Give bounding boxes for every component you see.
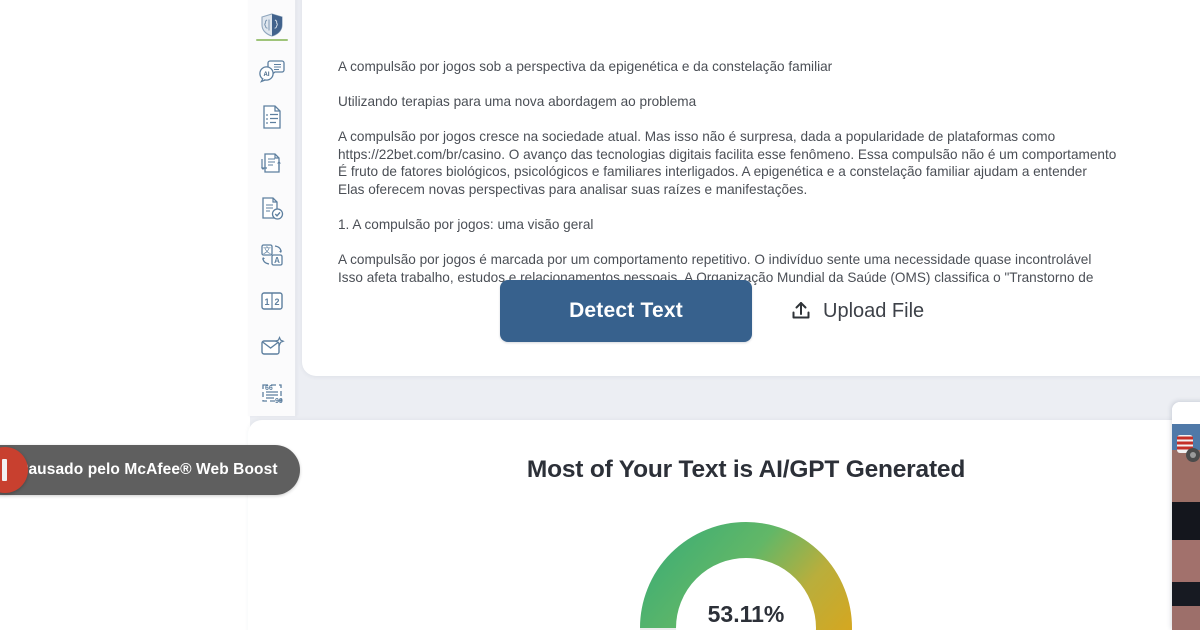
document-lines-icon bbox=[260, 104, 284, 130]
result-card: Most of Your Text is AI/GPT Generated 53… bbox=[248, 420, 1200, 630]
gauge-center-label: 53.11% AI GPT* bbox=[626, 600, 866, 630]
editor-textarea[interactable]: A compulsão por jogos sob a perspectiva … bbox=[338, 58, 1200, 286]
thumb-band-4 bbox=[1172, 606, 1200, 630]
sidebar-item-translate-tool[interactable]: 文 A bbox=[252, 232, 292, 278]
editor-line: A compulsão por jogos sob a perspectiva … bbox=[338, 59, 833, 74]
tool-rail: AI 文 A 1 2 66 99 bbox=[248, 0, 296, 416]
browser-left-whitespace bbox=[0, 0, 250, 630]
gauge-percent: 53.11% bbox=[707, 601, 785, 627]
svg-text:1: 1 bbox=[264, 297, 269, 307]
editor-card: A compulsão por jogos sob a perspectiva … bbox=[302, 0, 1200, 376]
svg-text:2: 2 bbox=[274, 297, 279, 307]
svg-text:AI: AI bbox=[263, 72, 269, 78]
editor-line: A compulsão por jogos é marcada por um c… bbox=[338, 252, 1092, 268]
screenshot-root: AI 文 A 1 2 66 99 A compulsão por jogos s… bbox=[0, 0, 1200, 630]
translate-icon: 文 A bbox=[259, 242, 285, 268]
ai-brain-shield-icon bbox=[259, 12, 285, 38]
document-network-icon bbox=[259, 150, 285, 176]
sidebar-item-email-tool[interactable] bbox=[252, 324, 292, 370]
document-check-icon bbox=[259, 196, 285, 222]
floating-side-panel[interactable] bbox=[1172, 402, 1200, 630]
editor-line: https://22bet.com/br/casino. O avanço da… bbox=[338, 146, 1117, 162]
sidebar-item-plagiarism-tool[interactable] bbox=[252, 140, 292, 186]
editor-line: Elas oferecem novas perspectivas para an… bbox=[338, 181, 808, 197]
mcafee-toast-label: Pausado pelo McAfee® Web Boost bbox=[18, 461, 278, 478]
sidebar-item-document-tool[interactable] bbox=[252, 94, 292, 140]
sidebar-item-word-counter[interactable]: 1 2 bbox=[252, 278, 292, 324]
sidebar-item-proofread-tool[interactable] bbox=[252, 186, 292, 232]
quote-citation-icon: 66 99 bbox=[259, 381, 285, 405]
thumb-band-1 bbox=[1172, 502, 1200, 540]
upload-file-label: Upload File bbox=[823, 299, 925, 322]
svg-text:A: A bbox=[274, 256, 280, 265]
side-panel-thumbnail bbox=[1172, 424, 1200, 630]
editor-line: A compulsão por jogos cresce na sociedad… bbox=[338, 129, 1056, 145]
svg-text:66: 66 bbox=[265, 385, 273, 392]
ai-score-gauge: 53.11% AI GPT* bbox=[626, 508, 866, 630]
editor-action-bar: Detect Text Upload File bbox=[500, 280, 924, 342]
thumb-band-2 bbox=[1172, 540, 1200, 582]
sidebar-item-ai-detector[interactable] bbox=[252, 2, 292, 48]
editor-line: 1. A compulsão por jogos: uma visão gera… bbox=[338, 217, 594, 233]
word-count-icon: 1 2 bbox=[259, 289, 285, 313]
result-title: Most of Your Text is AI/GPT Generated bbox=[526, 456, 966, 483]
sidebar-item-ai-chat[interactable]: AI bbox=[252, 48, 292, 94]
editor-line: É fruto de fatores biológicos, psicológi… bbox=[338, 164, 1087, 180]
race-car-icon bbox=[1177, 435, 1200, 462]
svg-text:99: 99 bbox=[275, 398, 283, 405]
svg-text:文: 文 bbox=[263, 245, 271, 255]
ai-chat-bubbles-icon: AI bbox=[258, 58, 286, 84]
upload-file-button[interactable]: Upload File bbox=[790, 300, 924, 323]
side-panel-header bbox=[1172, 402, 1200, 424]
thumb-band-3 bbox=[1172, 582, 1200, 606]
upload-icon bbox=[790, 300, 812, 322]
mail-sparkle-icon bbox=[259, 335, 285, 359]
detect-text-button[interactable]: Detect Text bbox=[500, 280, 752, 342]
mcafee-toast[interactable]: Pausado pelo McAfee® Web Boost bbox=[0, 445, 300, 495]
editor-line: Utilizando terapias para uma nova aborda… bbox=[338, 94, 697, 110]
sidebar-item-citation-tool[interactable]: 66 99 bbox=[252, 370, 292, 416]
